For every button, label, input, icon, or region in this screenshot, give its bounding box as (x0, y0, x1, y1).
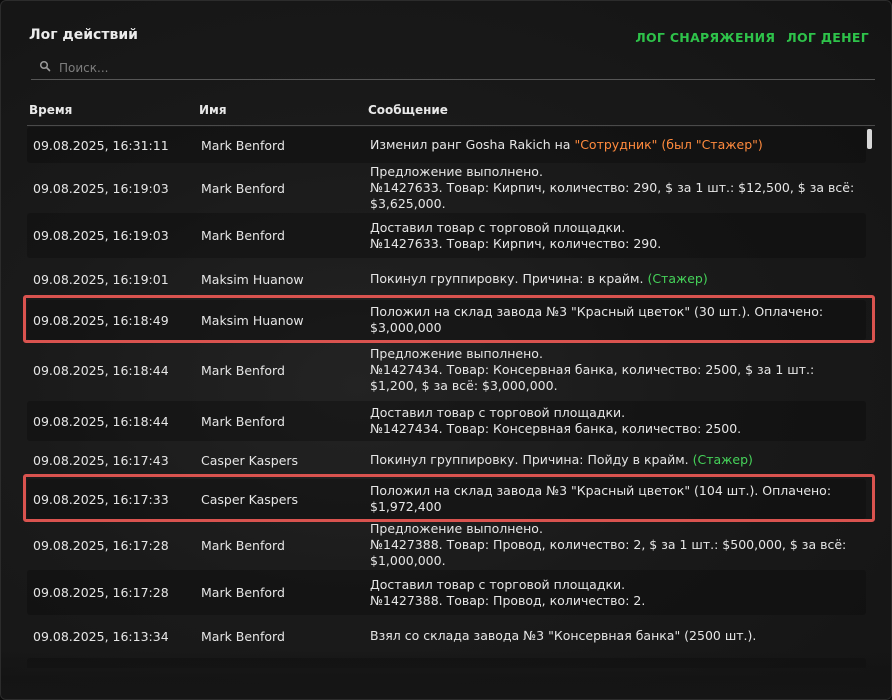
row-message: Доставил товар с торговой площадки. №1427… (370, 220, 860, 252)
table-row: 09.08.2025, 16:19:03 Mark Benford Доставил… (27, 213, 866, 258)
row-time: 09.08.2025, 16:18:44 (33, 362, 169, 378)
row-message: Положил на склад завода №3 "Красный цвет… (370, 304, 860, 336)
log-table-body[interactable]: 09.08.2025, 16:31:11 Mark Benford Изменил … (27, 125, 875, 668)
row-time: 09.08.2025, 16:19:01 (33, 271, 169, 287)
row-time: 09.08.2025, 16:18:44 (33, 413, 169, 429)
row-time: 09.08.2025, 16:17:43 (33, 452, 169, 468)
message-text: Взял со склада завода №3 "Консервная бан… (370, 628, 757, 643)
row-time: 09.08.2025, 16:19:03 (33, 228, 169, 243)
table-row: 09.08.2025, 16:18:44 Mark Benford Предложе… (27, 340, 866, 400)
action-log-panel: Лог действий ЛОГ СНАРЯЖЕНИЯ ЛОГ ДЕНЕГ Вр… (0, 0, 892, 700)
row-player-name: Casper Kaspers (201, 491, 299, 507)
row-player-name: Mark Benford (201, 137, 285, 153)
row-message: Предложение выполнено. №1427434. Товар: К… (370, 346, 860, 394)
row-player-name: Mark Benford (201, 537, 285, 553)
message-text: Покинул группировку. Причина: Пойду в кр… (370, 452, 693, 467)
search-bar (31, 57, 875, 80)
row-message: Изменил ранг Gosha Rakich на "Сотрудник"… (370, 137, 860, 153)
message-text: Доставил товар с торговой площадки. (370, 405, 626, 420)
message-text: №1427434. Товар: Консервная банка, колич… (370, 421, 742, 436)
row-message: Предложение выполнено. №1427633. Товар: К… (370, 164, 860, 212)
message-text: Доставил товар с торговой площадки. (370, 576, 626, 592)
row-message: Положил на склад завода №3 "Красный цвет… (370, 483, 860, 515)
row-time: 09.08.2025, 16:19:03 (33, 180, 169, 196)
row-time: 09.08.2025, 16:17:33 (33, 491, 169, 507)
table-row: 09.08.2025, 16:17:28 Mark Benford Доставил… (27, 570, 866, 615)
message-text: Покинул группировку. Причина: в крайм. (370, 271, 648, 286)
message-text: №1427633. Товар: Кирпич, количество: 290… (370, 180, 855, 211)
column-header-name: Имя (199, 103, 227, 117)
log-tabs: ЛОГ СНАРЯЖЕНИЯ ЛОГ ДЕНЕГ (635, 30, 869, 45)
message-text: Положил на склад завода №3 "Красный цвет… (370, 483, 832, 514)
message-rank-text: "Сотрудник" (был "Стажер") (574, 137, 763, 152)
table-row: 09.08.2025, 16:13:34 Mark Benford Взял со … (27, 616, 866, 656)
message-text: Изменил ранг Gosha Rakich на (370, 137, 575, 152)
message-text: №1427388. Товар: Провод, количество: 2, … (370, 537, 847, 568)
column-header-message: Сообщение (368, 103, 448, 117)
row-player-name: Mark Benford (201, 180, 285, 196)
table-row: 09.08.2025, 16:19:03 Mark Benford Предложе… (27, 164, 866, 212)
tab-money-log[interactable]: ЛОГ ДЕНЕГ (786, 30, 869, 45)
message-text: Положил на склад завода №3 "Красный цвет… (370, 304, 824, 335)
message-rank-text: (Стажер) (647, 271, 708, 286)
message-text: Предложение выполнено. (370, 521, 543, 536)
table-row: 09.08.2025, 16:13:33Mark BenfordВзял со … (27, 658, 866, 668)
table-row: 09.08.2025, 16:19:01 Maksim Huanow Покинул… (27, 259, 866, 299)
table-row: 09.08.2025, 16:17:43 Casper Kaspers Покину… (27, 442, 866, 478)
message-text: №1427633. Товар: Кирпич, количество: 290… (370, 235, 662, 251)
message-text: Предложение выполнено. (370, 164, 543, 179)
row-player-name: Maksim Huanow (201, 312, 304, 328)
search-icon (39, 60, 51, 72)
row-player-name: Mark Benford (201, 362, 285, 378)
message-text: Предложение выполнено. (370, 346, 543, 361)
column-header-time: Время (29, 103, 73, 117)
table-row: 09.08.2025, 16:18:49 Maksim Huanow Положил… (27, 300, 866, 340)
row-message: Покинул группировку. Причина: Пойду в кр… (370, 452, 860, 468)
row-player-name: Mark Benford (201, 413, 285, 429)
row-message: Предложение выполнено. №1427388. Товар: П… (370, 521, 860, 569)
row-player-name: Maksim Huanow (201, 271, 304, 287)
search-input[interactable] (59, 57, 859, 79)
scrollbar-thumb[interactable] (867, 129, 872, 149)
row-message: Покинул группировку. Причина: в крайм. (… (370, 271, 860, 287)
table-row: 09.08.2025, 16:18:44 Mark Benford Доставил… (27, 401, 866, 441)
message-rank-text: (Стажер) (692, 452, 753, 467)
row-player-name: Casper Kaspers (201, 452, 299, 468)
row-time: 09.08.2025, 16:18:49 (33, 312, 169, 328)
row-message: Доставил товар с торговой площадки. №1427… (370, 577, 860, 609)
row-message: Взял со склада завода №3 "Консервная бан… (370, 628, 860, 644)
tab-equipment-log[interactable]: ЛОГ СНАРЯЖЕНИЯ (635, 30, 775, 45)
row-player-name: Mark Benford (201, 628, 285, 644)
message-text: №1427388. Товар: Провод, количество: 2. (370, 592, 646, 608)
row-time: 09.08.2025, 16:17:28 (33, 585, 169, 600)
page-title: Лог действий (29, 27, 138, 43)
row-message: Доставил товар с торговой площадки. №1427… (370, 405, 860, 437)
row-time: 09.08.2025, 16:17:28 (33, 537, 169, 553)
table-row: 09.08.2025, 16:31:11 Mark Benford Изменил … (27, 127, 866, 163)
row-player-name: Mark Benford (201, 585, 285, 600)
message-text: №1427434. Товар: Консервная банка, колич… (370, 362, 815, 393)
table-row: 09.08.2025, 16:17:33 Casper Kaspers Положи… (27, 479, 866, 519)
row-time: 09.08.2025, 16:13:34 (33, 628, 169, 644)
table-row: 09.08.2025, 16:17:28 Mark Benford Предложе… (27, 520, 866, 570)
row-time: 09.08.2025, 16:31:11 (33, 137, 169, 153)
row-player-name: Mark Benford (201, 228, 285, 243)
message-text: Доставил товар с торговой площадки. (370, 219, 626, 235)
